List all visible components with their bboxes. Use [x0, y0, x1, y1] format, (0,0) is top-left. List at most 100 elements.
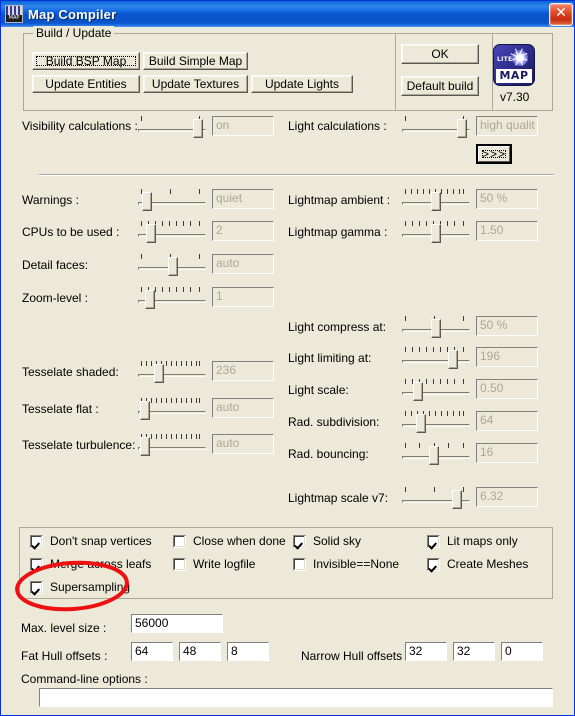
detail-faces-label: Detail faces: — [22, 258, 89, 272]
light-scale-value: 0.50 — [476, 379, 538, 399]
tesselate-turbulence-label: Tesselate turbulence: — [22, 438, 136, 452]
light-calculations-label: Light calculations : — [288, 119, 387, 133]
rad-subdivision-slider[interactable] — [402, 411, 470, 435]
logo-map-text: MAP — [496, 69, 532, 83]
tesselate-shaded-slider[interactable] — [138, 361, 206, 385]
client-area: Build / Update Build BSP Map Build Simpl… — [3, 26, 574, 715]
max-level-size-input[interactable]: 56000 — [131, 614, 223, 633]
tesselate-flat-label: Tesselate flat : — [22, 402, 99, 416]
ok-label: OK — [431, 47, 449, 61]
build-simple-map-button[interactable]: Build Simple Map — [143, 52, 248, 70]
build-update-legend: Build / Update — [33, 26, 115, 40]
checkbox-lit-maps-only[interactable]: Lit maps only — [427, 534, 518, 548]
checkbox-write-logfile[interactable]: Write logfile — [173, 557, 255, 571]
checkbox-icon[interactable] — [30, 580, 43, 594]
narrow-hull-offset-y-input[interactable]: 32 — [453, 642, 495, 661]
zoom-level-value: 1 — [212, 287, 274, 307]
visibility-calculations-value: on — [212, 116, 274, 136]
warnings-slider[interactable] — [138, 189, 206, 213]
cpus-to-be-used-label: CPUs to be used : — [22, 225, 120, 239]
build-bsp-map-button[interactable]: Build BSP Map — [32, 52, 140, 70]
detail-faces-slider[interactable] — [138, 254, 206, 278]
narrow-hull-offset-x-input[interactable]: 32 — [405, 642, 447, 661]
close-icon[interactable]: ✕ — [549, 3, 573, 26]
lightmap-gamma-label: Lightmap gamma : — [288, 225, 388, 239]
zoom-level-label: Zoom-level : — [22, 291, 89, 305]
checkbox-icon[interactable] — [293, 557, 306, 571]
fat-hull-offset-y-input[interactable]: 48 — [179, 642, 221, 661]
checkbox-icon[interactable] — [30, 557, 43, 571]
checkbox-solid-sky[interactable]: Solid sky — [293, 534, 361, 548]
map-compiler-window: MAP Map Compiler ✕ Build / Update Build … — [0, 0, 575, 716]
fat-hull-offset-z-input[interactable]: 8 — [227, 642, 269, 661]
section-divider — [39, 174, 554, 176]
zoom-level-slider[interactable] — [138, 287, 206, 311]
visibility-calculations-slider[interactable] — [138, 116, 206, 140]
checkbox-invisible-equals-none[interactable]: Invisible==None — [293, 557, 399, 571]
warnings-label: Warnings : — [22, 193, 79, 207]
tesselate-turbulence-value: auto — [212, 434, 274, 454]
light-calculations-more-button[interactable]: >>> — [476, 144, 512, 164]
light-scale-label: Light scale: — [288, 383, 349, 397]
checkbox-icon[interactable] — [427, 557, 440, 571]
build-simple-map-label: Build Simple Map — [148, 54, 243, 68]
rad-subdivision-value: 64 — [476, 411, 538, 431]
checkbox-label: Supersampling — [50, 580, 131, 594]
checkbox-merge-across-leafs[interactable]: Merge across leafs — [30, 557, 151, 571]
light-compress-at-slider[interactable] — [402, 316, 470, 340]
light-calculations-value: high qualit — [476, 116, 538, 136]
checkbox-label: Close when done — [193, 534, 286, 548]
light-calculations-slider[interactable] — [402, 116, 470, 140]
rad-bouncing-value: 16 — [476, 443, 538, 463]
cpus-to-be-used-slider[interactable] — [138, 221, 206, 245]
lightmap-ambient-slider[interactable] — [402, 189, 470, 213]
update-entities-button[interactable]: Update Entities — [32, 75, 140, 93]
command-line-options-input[interactable] — [39, 688, 553, 707]
update-lights-button[interactable]: Update Lights — [251, 75, 353, 93]
default-build-button[interactable]: Default build — [401, 76, 479, 96]
checkbox-icon[interactable] — [30, 534, 43, 548]
visibility-calculations-label: Visibility calculations : — [22, 119, 138, 133]
detail-faces-value: auto — [212, 254, 274, 274]
checkbox-icon[interactable] — [173, 534, 186, 548]
rad-bouncing-slider[interactable] — [402, 443, 470, 467]
fat-hull-offset-x-input[interactable]: 64 — [131, 642, 173, 661]
narrow-hull-offset-z-input[interactable]: 0 — [501, 642, 543, 661]
ok-button[interactable]: OK — [401, 44, 479, 64]
more-button-label: >>> — [481, 147, 507, 161]
light-scale-slider[interactable] — [402, 379, 470, 403]
version-label: v7.30 — [500, 90, 530, 104]
checkbox-icon[interactable] — [173, 557, 186, 571]
tesselate-turbulence-slider[interactable] — [138, 434, 206, 458]
lightmap-scale-v7-value: 6.32 — [476, 487, 538, 507]
update-entities-label: Update Entities — [45, 77, 127, 91]
light-limiting-at-slider[interactable] — [402, 347, 470, 371]
lightmap-ambient-value: 50 % — [476, 189, 538, 209]
update-textures-button[interactable]: Update Textures — [143, 75, 248, 93]
tesselate-flat-slider[interactable] — [138, 398, 206, 422]
tesselate-shaded-value: 236 — [212, 361, 274, 381]
light-compress-at-label: Light compress at: — [288, 320, 387, 334]
lightmap-gamma-slider[interactable] — [402, 221, 470, 245]
tesselate-shaded-label: Tesselate shaded: — [22, 365, 119, 379]
lightmap-scale-v7-slider[interactable] — [402, 487, 470, 511]
window-title: Map Compiler — [28, 6, 117, 22]
light-compress-at-value: 50 % — [476, 316, 538, 336]
checkbox-create-meshes[interactable]: Create Meshes — [427, 557, 528, 571]
update-textures-label: Update Textures — [151, 77, 240, 91]
max-level-size-label: Max. level size : — [21, 621, 107, 635]
cpus-to-be-used-value: 2 — [212, 221, 274, 241]
update-lights-label: Update Lights — [264, 77, 340, 91]
checkbox-close-when-done[interactable]: Close when done — [173, 534, 286, 548]
checkbox-label: Invisible==None — [313, 557, 400, 571]
lightmap-gamma-value: 1.50 — [476, 221, 538, 241]
checkbox-label: Solid sky — [313, 534, 362, 548]
rad-subdivision-label: Rad. subdivision: — [288, 415, 380, 429]
narrow-hull-offsets-label: Narrow Hull offsets : — [301, 649, 409, 663]
checkbox-dont-snap-vertices[interactable]: Don't snap vertices — [30, 534, 152, 548]
checkbox-icon[interactable] — [427, 534, 440, 548]
checkbox-icon[interactable] — [293, 534, 306, 548]
title-bar: MAP Map Compiler ✕ — [1, 1, 574, 27]
tesselate-flat-value: auto — [212, 398, 274, 418]
checkbox-supersampling[interactable]: Supersampling — [30, 580, 130, 594]
